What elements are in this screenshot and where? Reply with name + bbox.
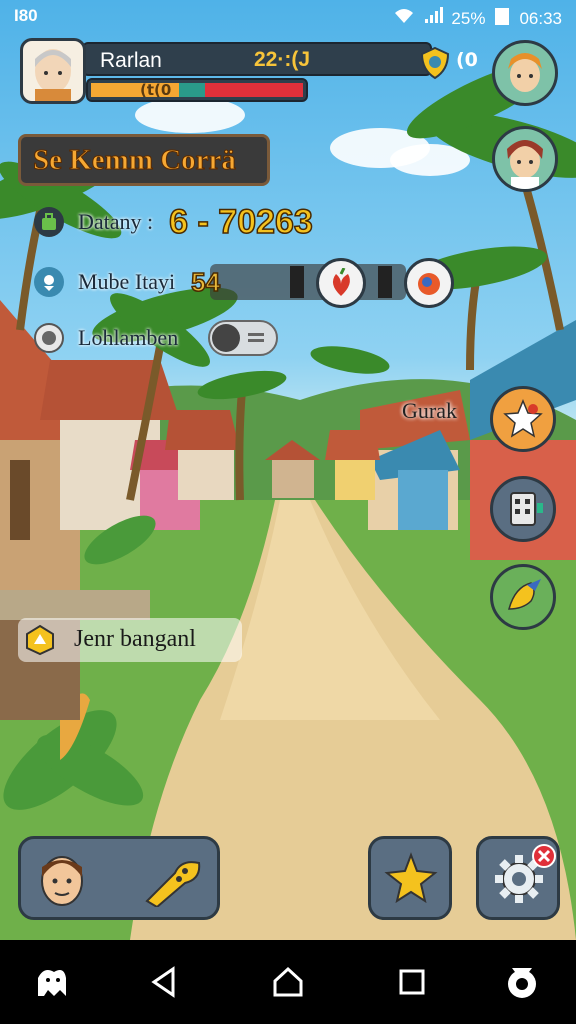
banner-title: Se Kemm Corrä	[33, 144, 237, 177]
gurak-label: Gurak	[402, 398, 457, 423]
star-fox-icon	[383, 851, 439, 911]
stat-divider	[290, 266, 304, 298]
shield-icon[interactable]	[418, 46, 452, 80]
tablet-button[interactable]	[490, 476, 556, 542]
fruit-icon	[332, 268, 350, 296]
stat-divider	[378, 266, 392, 298]
player-profile[interactable]: Rarlan 22·:(J (t(0 (0	[20, 38, 478, 106]
status-left-text: I80	[14, 6, 38, 25]
player-name-bar: Rarlan 22·:(J	[82, 42, 432, 76]
coin-icon	[34, 323, 64, 353]
badge-x-icon[interactable]	[531, 843, 557, 873]
pin-icon	[34, 267, 64, 297]
fox-star-button[interactable]	[490, 386, 556, 452]
stat-pill-background	[210, 264, 406, 300]
fox-star-icon	[503, 399, 543, 438]
back-icon[interactable]	[144, 962, 184, 1002]
stat-row-datany: Datany : 6 - 70263	[34, 202, 314, 242]
stat-value: 6 - 70263	[168, 202, 313, 242]
quest-label: Jenr banganl	[74, 626, 196, 652]
bird-button[interactable]	[490, 564, 556, 630]
fox-avatar-button[interactable]	[492, 40, 558, 106]
quest-icon	[24, 624, 56, 656]
recents-icon[interactable]	[392, 962, 432, 1002]
character-icon	[33, 849, 91, 913]
flute-icon	[141, 853, 205, 911]
stat-row-lohlamben: Lohlamben	[34, 320, 178, 356]
home-icon[interactable]	[268, 962, 308, 1002]
app-icon[interactable]	[32, 962, 72, 1002]
player-name: Rarlan	[100, 49, 162, 72]
assistant-icon[interactable]	[502, 962, 542, 1002]
status-bar: I80 25% 06:33	[0, 0, 576, 32]
tablet-icon	[510, 492, 543, 526]
character-flute-button[interactable]	[18, 836, 220, 920]
fruit-button[interactable]	[316, 258, 366, 308]
meat-icon	[418, 273, 440, 295]
bag-icon	[34, 207, 64, 237]
meat-button[interactable]	[404, 258, 454, 308]
bird-icon	[508, 579, 541, 610]
player-score: 22·:(J	[254, 48, 311, 71]
battery-text: 25%	[451, 8, 486, 28]
player-avatar[interactable]	[20, 38, 86, 104]
progress-segment-teal	[179, 83, 205, 97]
player-progress-bar: (t(0	[86, 78, 308, 102]
signal-icon	[423, 7, 444, 30]
clock: 06:33	[519, 8, 562, 28]
stat-label: Datany :	[78, 209, 154, 234]
stat-value: 54	[190, 266, 221, 298]
quest-marker[interactable]: Jenr banganl	[18, 618, 242, 662]
stat-label: Lohlamben	[78, 325, 179, 350]
star-fox-button[interactable]	[368, 836, 452, 920]
girl-avatar-button[interactable]	[492, 126, 558, 192]
progress-segment-red	[205, 83, 303, 97]
wifi-icon	[393, 7, 415, 30]
stat-row-mube: Mube Itayi 54	[34, 264, 221, 300]
game-scene: I80 25% 06:33 Rarlan 22·:(J (t(0 (0 Se K…	[0, 0, 576, 940]
progress-bar-text: (t(0	[140, 81, 172, 99]
fox-avatar	[508, 53, 542, 92]
toggle-lines-icon	[248, 333, 264, 336]
stat-label: Mube Itayi	[78, 269, 176, 294]
battery-icon	[493, 6, 511, 31]
girl-avatar	[507, 140, 543, 189]
lohlamben-toggle[interactable]	[208, 320, 278, 356]
toggle-knob	[212, 324, 240, 352]
system-navigation-bar	[0, 940, 576, 1024]
shield-value: (0	[456, 49, 478, 71]
settings-button[interactable]	[476, 836, 560, 920]
location-banner: Se Kemm Corrä	[18, 134, 270, 186]
